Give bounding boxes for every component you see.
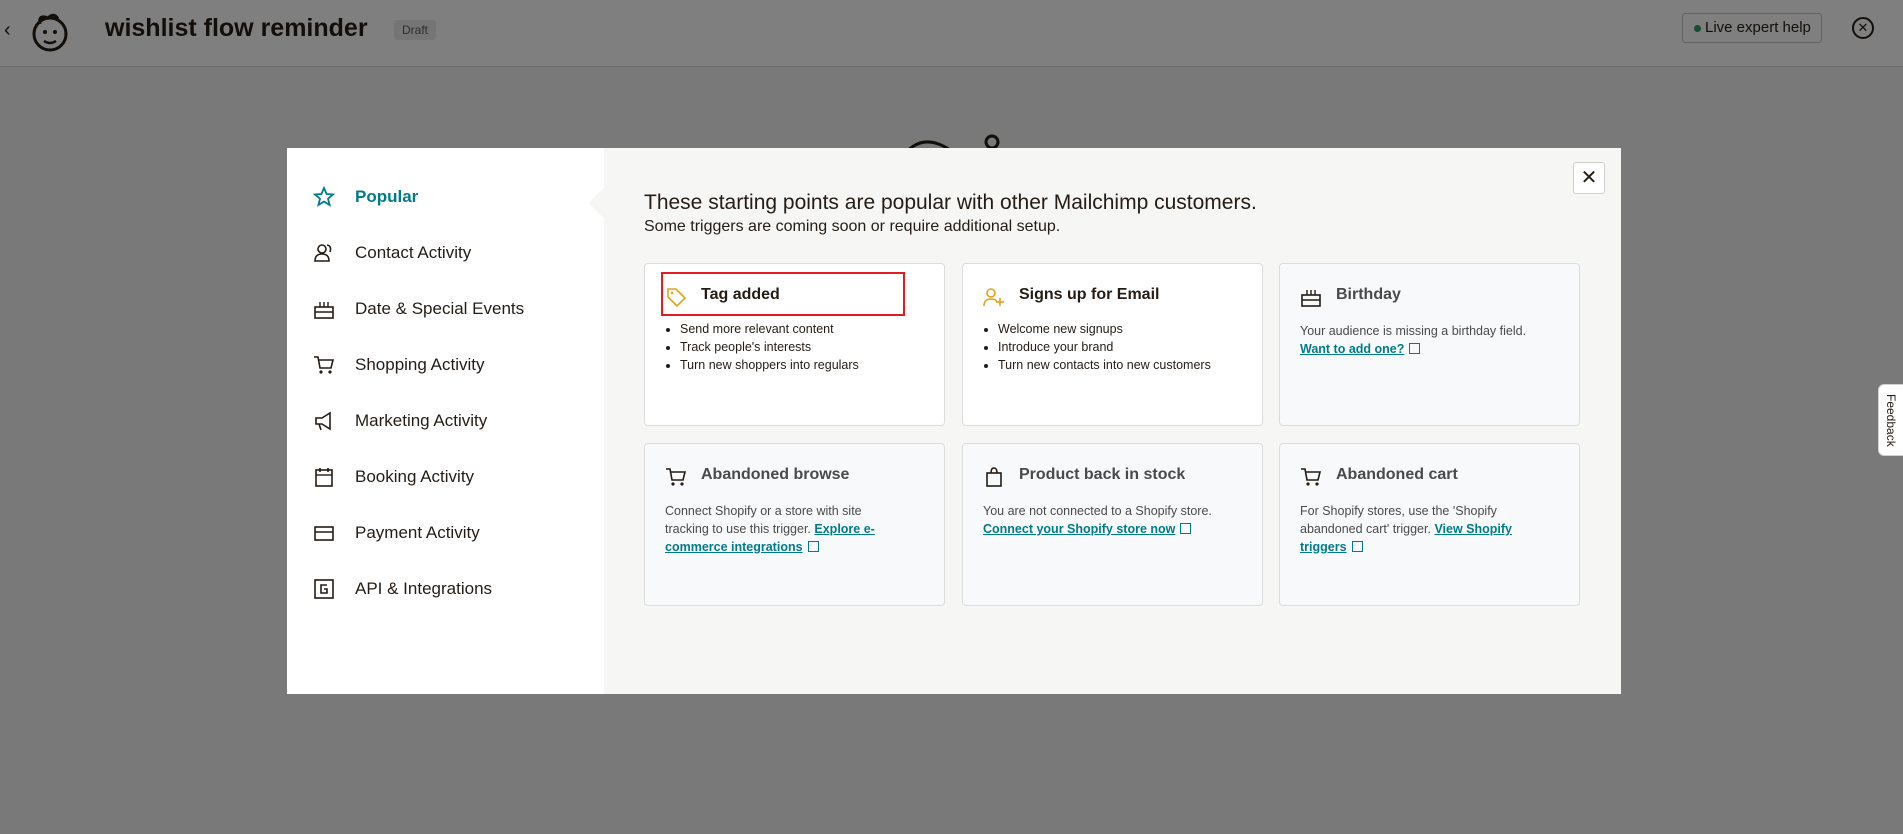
card-bullet: Track people's interests [680,340,859,355]
sidebar-item-label: Popular [355,187,419,206]
cake-icon [313,298,335,320]
sidebar-item-date-special-events[interactable]: Date & Special Events [313,294,524,324]
card-title: Birthday [1336,286,1401,303]
trigger-card-product-back-in-stock[interactable]: Product back in stock You are not connec… [962,443,1263,606]
contacts-icon [313,242,335,264]
calendar-icon [313,466,335,488]
category-sidebar: Popular Contact Activity Date & Special … [287,148,604,694]
sidebar-item-booking-activity[interactable]: Booking Activity [313,462,474,492]
sidebar-item-label: Payment Activity [355,523,480,542]
megaphone-icon [313,410,335,432]
feedback-tab[interactable]: Feedback [1878,384,1903,456]
shopping-bag-icon [986,467,1002,487]
sidebar-item-popular[interactable]: Popular [313,182,418,212]
connect-shopify-link[interactable]: Connect your Shopify store now [983,522,1175,536]
add-person-icon [983,288,1004,307]
sidebar-item-label: Date & Special Events [355,299,525,318]
credit-card-icon [313,522,335,544]
sidebar-item-shopping-activity[interactable]: Shopping Activity [313,350,484,380]
card-bullet: Welcome new signups [998,322,1211,337]
cake-icon [1301,290,1321,307]
trigger-card-signs-up-email[interactable]: Signs up for Email Welcome new signups I… [962,263,1263,426]
sidebar-item-label: Shopping Activity [355,355,485,374]
cart-icon [1301,468,1322,486]
sidebar-item-label: Marketing Activity [355,411,488,430]
card-title: Abandoned browse [701,466,850,483]
cart-icon [313,354,335,376]
modal-heading: These starting points are popular with o… [644,191,1257,214]
card-bullet: Turn new contacts into new customers [998,358,1211,373]
external-link-icon [1351,541,1363,552]
sidebar-item-label: API & Integrations [355,579,493,598]
card-bullet: Introduce your brand [998,340,1211,355]
selection-highlight [661,272,905,316]
card-bullets: Welcome new signups Introduce your brand… [998,322,1211,376]
card-description: Connect Shopify or a store with site tra… [665,502,905,556]
card-bullet: Send more relevant content [680,322,859,337]
card-description-text: Your audience is missing a birthday fiel… [1300,324,1527,338]
card-description: You are not connected to a Shopify store… [983,502,1223,538]
card-title: Abandoned cart [1336,466,1458,483]
sidebar-item-marketing-activity[interactable]: Marketing Activity [313,406,487,436]
sidebar-item-label: Booking Activity [355,467,475,486]
trigger-card-abandoned-browse[interactable]: Abandoned browse Connect Shopify or a st… [644,443,945,606]
external-link-icon [1180,523,1192,534]
sidebar-item-contact-activity[interactable]: Contact Activity [313,238,471,268]
add-birthday-link[interactable]: Want to add one? [1300,342,1404,356]
card-description-text: You are not connected to a Shopify store… [983,504,1212,518]
external-link-icon [1409,343,1421,354]
card-description: Your audience is missing a birthday fiel… [1300,322,1540,358]
card-title: Product back in stock [1019,466,1186,483]
sidebar-item-payment-activity[interactable]: Payment Activity [313,518,480,548]
star-icon [313,186,335,208]
modal-subheading: Some triggers are coming soon or require… [644,218,1061,235]
card-bullet: Turn new shoppers into regulars [680,358,859,373]
card-bullets: Send more relevant content Track people'… [680,322,859,376]
card-title: Signs up for Email [1019,286,1160,303]
sidebar-item-label: Contact Activity [355,243,472,262]
sidebar-item-api-integrations[interactable]: API & Integrations [313,574,492,604]
api-icon [313,578,335,600]
trigger-card-birthday[interactable]: Birthday Your audience is missing a birt… [1279,263,1580,426]
close-modal-button[interactable]: ✕ [1573,162,1605,194]
external-link-icon [807,541,819,552]
cart-icon [666,468,687,486]
trigger-card-abandoned-cart[interactable]: Abandoned cart For Shopify stores, use t… [1279,443,1580,606]
card-description: For Shopify stores, use the 'Shopify aba… [1300,502,1540,556]
